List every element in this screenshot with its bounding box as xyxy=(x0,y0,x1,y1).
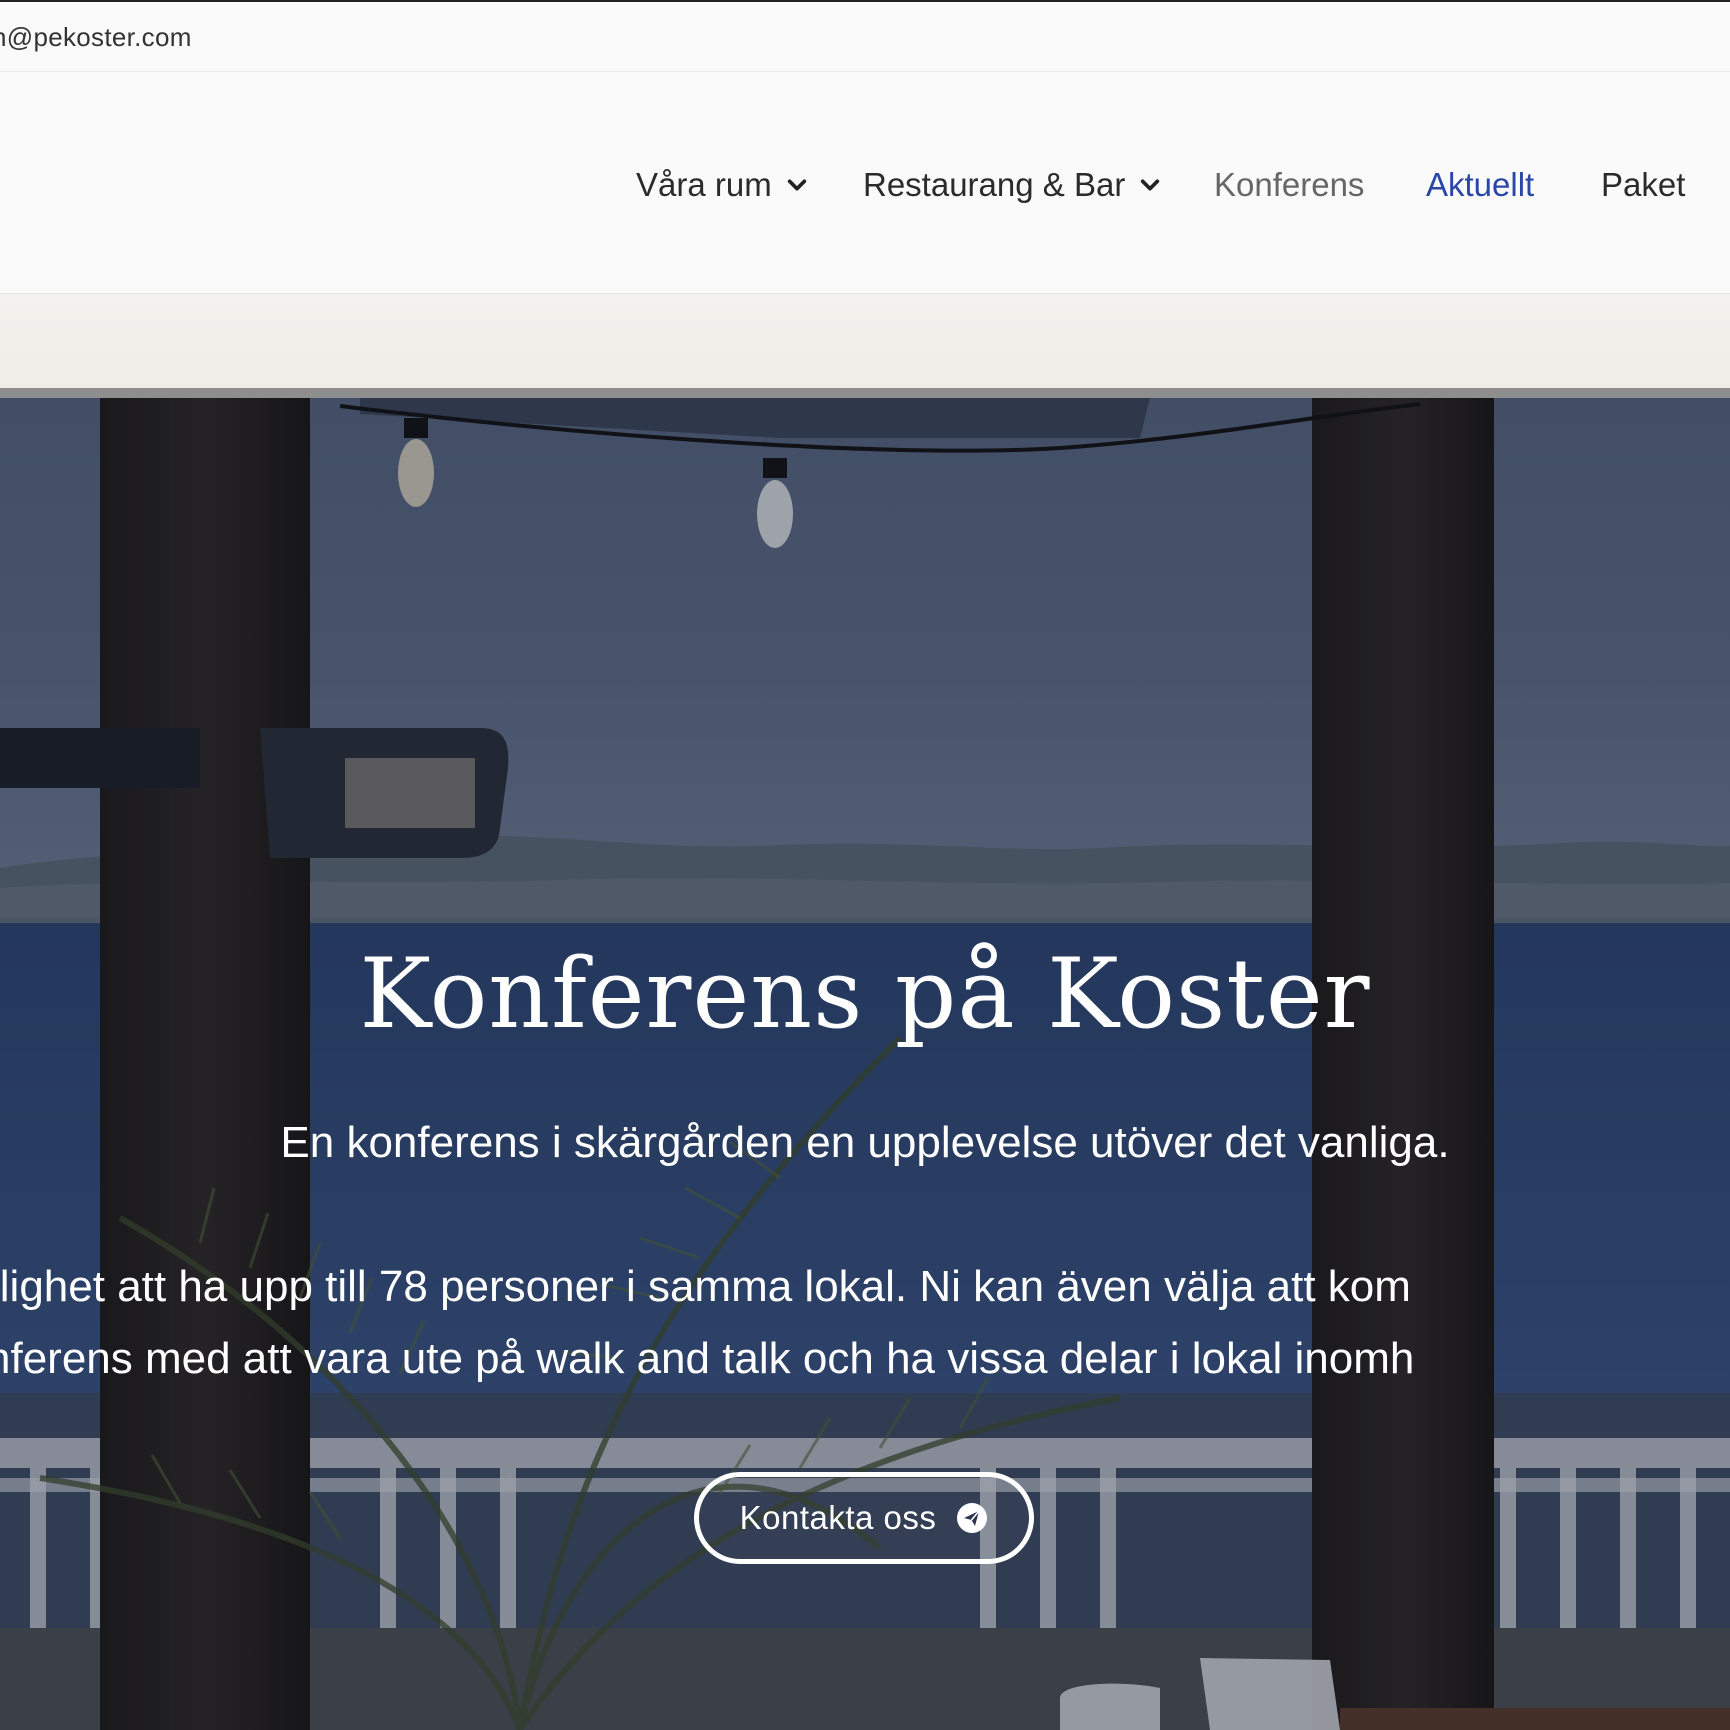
nav-item-label: Paket xyxy=(1601,166,1686,203)
nav-item-label: Aktuellt xyxy=(1426,166,1535,203)
nav-item-label: Restaurang & Bar xyxy=(863,166,1126,203)
chevron-down-icon xyxy=(1141,179,1160,191)
contact-email-link[interactable]: n@pekoster.com xyxy=(0,22,192,53)
chevron-down-icon xyxy=(787,179,806,191)
nav-item-restaurang-bar[interactable]: Restaurang & Bar xyxy=(863,166,1161,204)
contact-us-button[interactable]: Kontakta oss xyxy=(694,1472,1034,1564)
nav-item-label: Våra rum xyxy=(636,166,772,203)
nav-item-paket[interactable]: Paket xyxy=(1601,166,1685,204)
nav-item-aktuellt[interactable]: Aktuellt xyxy=(1426,166,1534,204)
top-contact-bar: n@pekoster.com xyxy=(0,0,1730,72)
main-navigation: Våra rum Restaurang & Bar Konferens Aktu… xyxy=(0,166,1730,206)
hero-section: Konferens på Koster En konferens i skärg… xyxy=(0,398,1730,1730)
hero-body-line-2: nferens med att vara ute på walk and tal… xyxy=(0,1334,1415,1383)
nav-item-vara-rum[interactable]: Våra rum xyxy=(636,166,808,204)
nav-item-label: Konferens xyxy=(1214,166,1365,203)
hero-body-line-1: jlighet att ha upp till 78 personer i sa… xyxy=(0,1262,1411,1311)
contact-us-label: Kontakta oss xyxy=(739,1499,937,1536)
header-divider-line xyxy=(0,388,1730,398)
site-header: Våra rum Restaurang & Bar Konferens Aktu… xyxy=(0,72,1730,294)
hero-subtitle: En konferens i skärgården en upplevelse … xyxy=(280,1118,1450,1167)
paper-plane-icon xyxy=(957,1503,988,1533)
hero-title: Konferens på Koster xyxy=(359,938,1371,1050)
header-divider-band xyxy=(0,294,1730,388)
nav-item-konferens[interactable]: Konferens xyxy=(1214,166,1364,204)
